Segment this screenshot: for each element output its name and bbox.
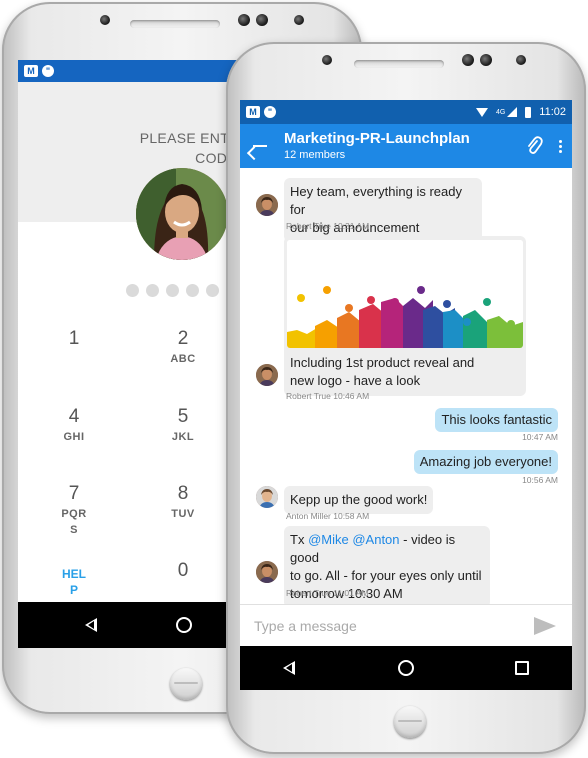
message-composer [240, 604, 572, 646]
message-text: This looks fantastic [441, 412, 552, 427]
message-text-line: Tx @Mike @Anton - video is good [290, 531, 484, 567]
front-camera-2 [480, 54, 492, 66]
message-meta: Robert True 10:46 AM [286, 391, 370, 401]
key-digit: 0 [177, 560, 189, 581]
battery-icon [525, 106, 532, 118]
earpiece-speaker [354, 60, 444, 68]
message-meta: Robert True 10:31 AM [286, 221, 370, 231]
message-text: Including 1st product reveal and [290, 355, 475, 370]
chat-member-count: 12 members [284, 149, 346, 161]
wifi-icon [475, 107, 488, 117]
gmail-notification-icon: M [246, 106, 260, 118]
front-sensor [100, 15, 110, 25]
avatar[interactable] [256, 194, 278, 216]
key-digit: 2 [177, 328, 189, 349]
message-meta: 10:56 AM [522, 475, 558, 485]
back-arrow-icon[interactable] [250, 136, 270, 156]
avatar[interactable] [256, 364, 278, 386]
help-label-line1: HEL [62, 567, 86, 581]
message-text: Hey team, everything is ready for [290, 184, 462, 217]
message-text: Tx [290, 532, 309, 547]
message-bubble[interactable]: Including 1st product reveal and new log… [284, 236, 526, 396]
pin-dot [126, 284, 139, 297]
message-bubble-outgoing[interactable]: This looks fantastic [435, 408, 558, 432]
signal-icon [507, 107, 518, 117]
keypad-key-5[interactable]: 5 JKL [148, 406, 218, 444]
hangouts-notification-icon: " [42, 65, 54, 77]
chat-title-area[interactable]: Marketing-PR-Launchplan 12 members [284, 130, 523, 162]
nav-home-icon[interactable] [174, 615, 194, 635]
message-text: Amazing job everyone! [419, 454, 552, 469]
hardware-home-button[interactable] [170, 668, 202, 700]
pin-indicator [126, 284, 219, 297]
proximity-sensor [294, 15, 304, 25]
help-button[interactable]: HEL P [39, 566, 109, 598]
message-input[interactable] [254, 617, 532, 634]
message-bubble-outgoing[interactable]: Amazing job everyone! [413, 450, 558, 474]
mention-link[interactable]: @Mike [308, 532, 349, 547]
message-list[interactable]: Hey team, everything is ready for our bi… [240, 168, 572, 608]
chat-title: Marketing-PR-Launchplan [284, 130, 470, 147]
key-letters: ABC [170, 353, 196, 365]
message-meta: Robert True 11:01 AM [286, 588, 369, 598]
key-letters-line2: S [70, 524, 78, 536]
nav-back-icon[interactable] [280, 658, 300, 678]
network-type: 4G [495, 108, 506, 116]
key-letters: PQR [61, 508, 87, 520]
proximity-sensor [516, 55, 526, 65]
message-meta: Anton Miller 10:58 AM [286, 511, 370, 521]
gmail-notification-icon: M [24, 65, 38, 77]
pin-dot [146, 284, 159, 297]
front-camera [462, 54, 474, 66]
avatar [136, 168, 228, 260]
keypad-key-4[interactable]: 4 GHI [39, 406, 109, 444]
system-nav-bar [240, 646, 572, 690]
message-text: Kepp up the good work! [290, 492, 428, 507]
status-time: 11:02 [539, 106, 566, 118]
nav-home-icon[interactable] [396, 658, 416, 678]
message-meta: 10:47 AM [522, 432, 558, 442]
user-photo [136, 168, 228, 260]
front-camera [238, 14, 250, 26]
send-icon[interactable] [532, 615, 558, 637]
keypad-key-7[interactable]: 7 PQR S [39, 483, 109, 537]
pin-dot [206, 284, 219, 297]
key-letters: TUV [171, 508, 195, 520]
message-text: to go. All - for your eyes only until [290, 568, 482, 583]
nav-back-icon[interactable] [82, 615, 102, 635]
hardware-home-button[interactable] [394, 706, 426, 738]
keypad-key-8[interactable]: 8 TUV [148, 483, 218, 521]
avatar[interactable] [256, 561, 278, 583]
message-bubble[interactable]: Hey team, everything is ready for our bi… [284, 178, 482, 242]
message-bubble[interactable]: Kepp up the good work! [284, 486, 434, 514]
front-camera-2 [256, 14, 268, 26]
keypad-key-0[interactable]: 0 [148, 560, 218, 582]
hangouts-notification-icon: " [264, 106, 276, 118]
front-sensor [322, 55, 332, 65]
keypad-key-1[interactable]: 1 [39, 328, 109, 350]
nav-recents-icon[interactable] [512, 658, 532, 678]
key-digit: 5 [177, 406, 189, 427]
mention-link[interactable]: @Anton [352, 532, 399, 547]
front-phone: M " 4G 11:02 Marketing-PR-Launchplan 12 … [226, 42, 586, 754]
chat-app-bar: Marketing-PR-Launchplan 12 members [240, 124, 572, 168]
message-text: new logo - have a look [290, 373, 421, 388]
front-phone-screen: M " 4G 11:02 Marketing-PR-Launchplan 12 … [240, 100, 572, 690]
help-label-line2: P [69, 583, 78, 597]
pin-dot [166, 284, 179, 297]
key-letters: GHI [63, 431, 85, 443]
pin-dot [186, 284, 199, 297]
status-bar: M " 4G 11:02 [240, 100, 572, 124]
earpiece-speaker [130, 20, 220, 28]
keypad-key-2[interactable]: 2 ABC [148, 328, 218, 366]
key-digit: 7 [68, 483, 80, 504]
key-letters: JKL [171, 431, 195, 443]
attached-image[interactable] [287, 240, 523, 348]
key-digit: 4 [68, 406, 80, 427]
avatar[interactable] [256, 486, 278, 508]
key-digit: 1 [68, 328, 80, 349]
key-digit: 8 [177, 483, 189, 504]
more-options-icon[interactable] [559, 139, 562, 153]
attachment-icon[interactable] [523, 135, 545, 157]
